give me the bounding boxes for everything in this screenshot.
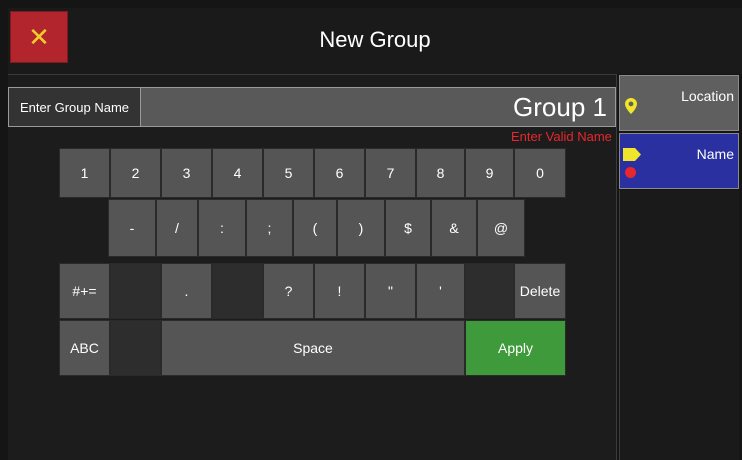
key-slash[interactable]: / (156, 199, 198, 257)
key-2[interactable]: 2 (110, 148, 161, 198)
sidebar-panel (619, 190, 739, 460)
key-1[interactable]: 1 (59, 148, 110, 198)
key-period[interactable]: . (161, 263, 212, 319)
page-title: New Group (319, 27, 431, 52)
space-key[interactable]: Space (161, 320, 465, 376)
key-question[interactable]: ? (263, 263, 314, 319)
key-5[interactable]: 5 (263, 148, 314, 198)
header-bar: ✕ New Group (8, 8, 742, 74)
key-blank (110, 320, 161, 376)
map-pin-icon (625, 98, 637, 114)
key-0[interactable]: 0 (514, 148, 566, 198)
group-name-field[interactable]: Enter Group Name Group 1 (8, 87, 616, 127)
apply-button[interactable]: Apply (465, 320, 566, 376)
validation-error: Enter Valid Name (511, 129, 612, 144)
key-ampersand[interactable]: & (431, 199, 477, 257)
key-at[interactable]: @ (477, 199, 525, 257)
key-8[interactable]: 8 (416, 148, 465, 198)
tab-location[interactable]: Location (619, 75, 739, 131)
delete-key[interactable]: Delete (514, 263, 566, 319)
key-apostrophe[interactable]: ' (416, 263, 465, 319)
key-open-paren[interactable]: ( (293, 199, 337, 257)
key-7[interactable]: 7 (365, 148, 416, 198)
key-blank (212, 263, 263, 319)
key-9[interactable]: 9 (465, 148, 514, 198)
key-close-paren[interactable]: ) (337, 199, 385, 257)
key-4[interactable]: 4 (212, 148, 263, 198)
tab-name[interactable]: Name (619, 133, 739, 189)
key-abc-toggle[interactable]: ABC (59, 320, 110, 376)
key-hyphen[interactable]: - (108, 199, 156, 257)
key-dollar[interactable]: $ (385, 199, 431, 257)
group-name-input[interactable]: Group 1 (513, 92, 607, 123)
key-symbols-toggle[interactable]: #+= (59, 263, 110, 319)
key-blank (110, 263, 161, 319)
tab-name-label: Name (696, 146, 734, 162)
key-semicolon[interactable]: ; (246, 199, 293, 257)
key-exclamation[interactable]: ! (314, 263, 365, 319)
tab-location-label: Location (681, 88, 734, 104)
key-6[interactable]: 6 (314, 148, 365, 198)
key-double-quote[interactable]: " (365, 263, 416, 319)
red-dot-icon (625, 167, 636, 178)
group-name-label: Enter Group Name (9, 88, 141, 126)
tag-icon (623, 148, 641, 161)
key-colon[interactable]: : (198, 199, 246, 257)
key-3[interactable]: 3 (161, 148, 212, 198)
key-blank (465, 263, 514, 319)
